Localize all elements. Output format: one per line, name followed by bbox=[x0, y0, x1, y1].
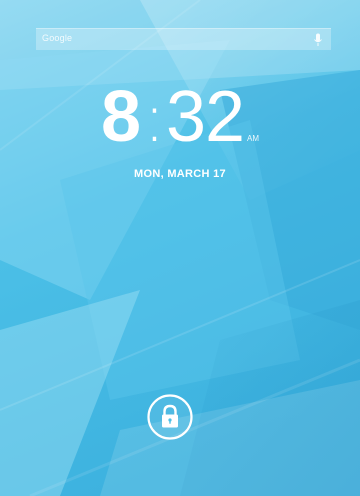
google-search-bar[interactable]: Google bbox=[36, 28, 331, 50]
clock-hour: 8 bbox=[100, 77, 142, 157]
search-label: Google bbox=[42, 33, 73, 43]
unlock-button[interactable] bbox=[146, 393, 194, 441]
clock-minutes: 32 bbox=[165, 77, 245, 157]
clock-separator: : bbox=[143, 79, 166, 158]
clock: 8:32 AM bbox=[0, 72, 360, 162]
clock-ampm: AM bbox=[247, 134, 260, 143]
date-label: MON, MARCH 17 bbox=[134, 168, 226, 180]
microphone-icon[interactable] bbox=[313, 33, 323, 47]
lock-screen: Google 8:32 AM MON, MARCH 17 bbox=[0, 0, 360, 496]
